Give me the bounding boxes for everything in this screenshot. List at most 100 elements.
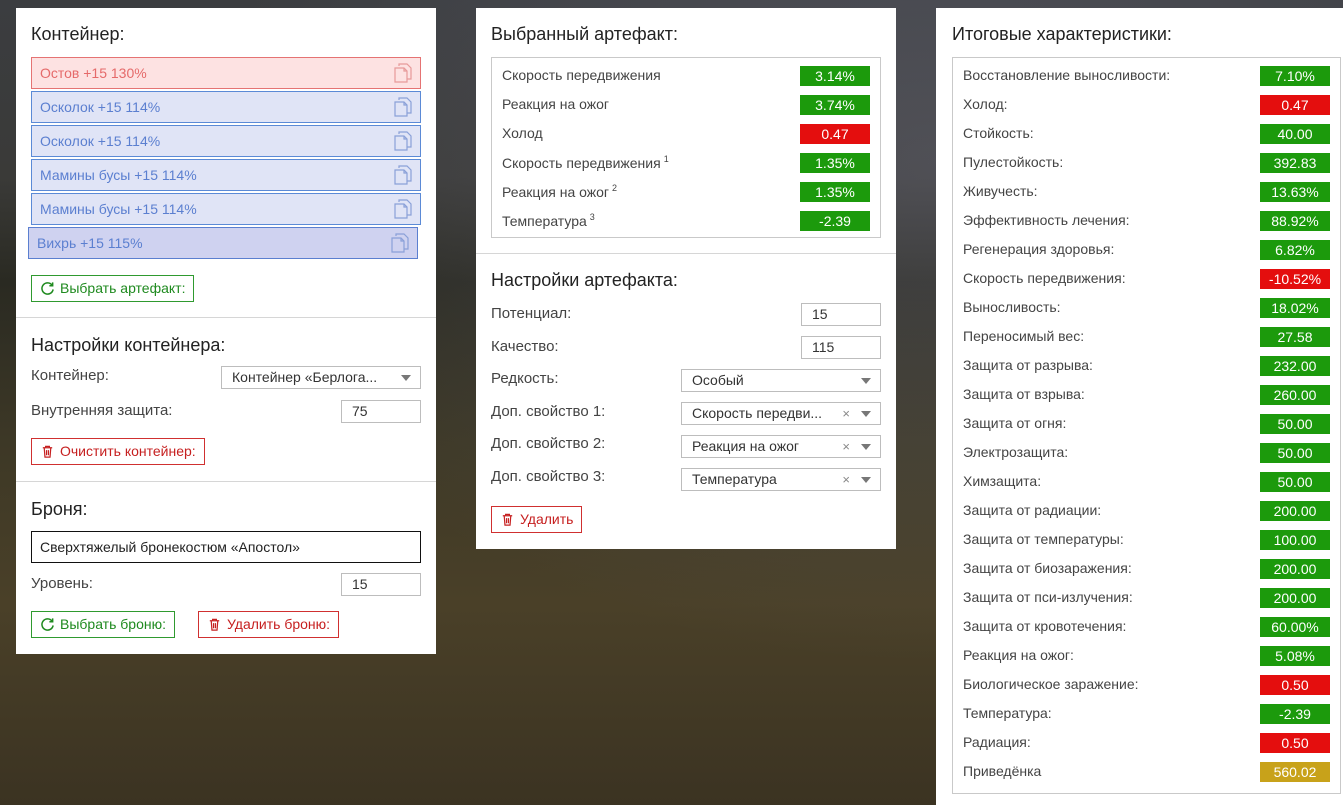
stat-name: Температура 3 <box>502 212 595 229</box>
stat-value: 6.82% <box>1260 240 1330 260</box>
stat-value: 18.02% <box>1260 298 1330 318</box>
stat-name-text: Реакция на ожог <box>502 184 610 200</box>
slot-label: Мамины бусы +15 114% <box>40 201 197 217</box>
armor-name-field[interactable]: Сверхтяжелый бронекостюм «Апостол» <box>31 531 421 563</box>
total-stat-row: Пулестойкость: 392.83 <box>963 153 1330 173</box>
container-slot[interactable]: Мамины бусы +15 114% <box>31 159 421 191</box>
chevron-down-icon <box>861 411 871 417</box>
extra2-value: Реакция на ожог <box>692 438 800 454</box>
extra2-label: Доп. свойство 2: <box>491 435 606 452</box>
stat-value: 260.00 <box>1260 385 1330 405</box>
selected-artifact-title: Выбранный артефакт: <box>491 24 678 44</box>
container-type-select[interactable]: Контейнер «Берлога... <box>221 366 421 389</box>
stat-name: Биологическое заражение: <box>963 676 1139 692</box>
clear-icon[interactable]: × <box>842 469 850 490</box>
select-artifact-button[interactable]: Выбрать артефакт: <box>31 275 195 302</box>
internal-protection-input[interactable]: 75 <box>341 400 421 423</box>
stat-value: 1.35% <box>800 182 870 202</box>
copy-doc-icon[interactable] <box>394 165 412 185</box>
select-artifact-label: Выбрать артефакт: <box>60 280 186 296</box>
stat-name: Защита от радиации: <box>963 502 1102 518</box>
potential-input[interactable]: 15 <box>801 303 881 326</box>
rarity-select[interactable]: Особый <box>681 369 881 392</box>
stat-value: 560.02 <box>1260 762 1330 782</box>
total-stat-row: Переносимый вес: 27.58 <box>963 327 1330 347</box>
stat-name-text: Скорость передвижения <box>502 155 661 171</box>
clear-icon[interactable]: × <box>842 436 850 457</box>
artifact-stat-row: Реакция на ожог 3.74% <box>502 95 870 115</box>
total-stat-row: Регенерация здоровья: 6.82% <box>963 240 1330 260</box>
stat-value: 1.35% <box>800 153 870 173</box>
stat-value: 5.08% <box>1260 646 1330 666</box>
quality-input[interactable]: 115 <box>801 336 881 359</box>
clear-icon[interactable]: × <box>842 403 850 424</box>
clear-container-button[interactable]: Очистить контейнер: <box>31 438 205 465</box>
stat-name: Эффективность лечения: <box>963 212 1130 228</box>
stat-value: 0.47 <box>1260 95 1330 115</box>
container-type-value: Контейнер «Берлога... <box>232 369 378 385</box>
extra2-select[interactable]: Реакция на ожог × <box>681 435 881 458</box>
artifact-stat-row: Реакция на ожог 2 1.35% <box>502 182 870 202</box>
artifact-settings-title: Настройки артефакта: <box>491 270 678 290</box>
delete-armor-label: Удалить броню: <box>227 616 331 632</box>
container-type-label: Контейнер: <box>31 367 109 384</box>
stat-name: Защита от биозаражения: <box>963 560 1132 576</box>
stat-name: Приведёнка <box>963 763 1042 779</box>
container-slot[interactable]: Осколок +15 114% <box>31 91 421 123</box>
trash-icon <box>207 617 222 632</box>
container-slot[interactable]: Осколок +15 114% <box>31 125 421 157</box>
stat-value: 50.00 <box>1260 414 1330 434</box>
copy-doc-icon[interactable] <box>394 63 412 83</box>
stat-value: 200.00 <box>1260 559 1330 579</box>
select-armor-button[interactable]: Выбрать броню: <box>31 611 175 638</box>
stat-name: Скорость передвижения 1 <box>502 154 669 171</box>
stat-value: -2.39 <box>800 211 870 231</box>
total-stat-row: Химзащита: 50.00 <box>963 472 1330 492</box>
artifact-panel: Выбранный артефакт: Скорость передвижени… <box>476 8 896 549</box>
delete-artifact-button[interactable]: Удалить <box>491 506 583 533</box>
stat-name: Реакция на ожог 2 <box>502 183 617 200</box>
stat-name: Выносливость: <box>963 299 1061 315</box>
stat-name: Температура: <box>963 705 1052 721</box>
divider <box>476 253 896 254</box>
stat-name: Холод: <box>963 96 1008 112</box>
stat-value: 100.00 <box>1260 530 1330 550</box>
artifact-stat-row: Холод 0.47 <box>502 124 870 144</box>
container-slot[interactable]: Остов +15 130% <box>31 57 421 89</box>
stat-value: 200.00 <box>1260 501 1330 521</box>
copy-doc-icon[interactable] <box>394 131 412 151</box>
extra1-select[interactable]: Скорость передви... × <box>681 402 881 425</box>
total-stat-row: Защита от пси-излучения: 200.00 <box>963 588 1330 608</box>
delete-armor-button[interactable]: Удалить броню: <box>198 611 340 638</box>
potential-label: Потенциал: <box>491 305 572 322</box>
stat-value: 0.50 <box>1260 733 1330 753</box>
clear-container-label: Очистить контейнер: <box>60 443 196 459</box>
stat-name: Скорость передвижения: <box>963 270 1126 286</box>
container-slot[interactable]: Мамины бусы +15 114% <box>31 193 421 225</box>
slot-label: Мамины бусы +15 114% <box>40 167 197 183</box>
copy-doc-icon[interactable] <box>391 233 409 253</box>
container-slot[interactable]: Вихрь +15 115% <box>28 227 418 259</box>
stat-value: 0.50 <box>1260 675 1330 695</box>
stat-name: Электрозащита: <box>963 444 1069 460</box>
selected-artifact-stats: Скорость передвижения 3.14% Реакция на ожо… <box>491 57 881 238</box>
total-stat-row: Радиация: 0.50 <box>963 733 1330 753</box>
stat-value: 200.00 <box>1260 588 1330 608</box>
stat-name-text: Скорость передвижения <box>502 67 661 83</box>
rarity-value: Особый <box>692 372 744 388</box>
slot-label: Остов +15 130% <box>40 65 147 81</box>
totals-title: Итоговые характеристики: <box>952 24 1172 44</box>
slot-label: Осколок +15 114% <box>40 99 161 115</box>
total-stat-row: Холод: 0.47 <box>963 95 1330 115</box>
extra3-select[interactable]: Температура × <box>681 468 881 491</box>
extra3-label: Доп. свойство 3: <box>491 468 606 485</box>
total-stat-row: Живучесть: 13.63% <box>963 182 1330 202</box>
copy-doc-icon[interactable] <box>394 199 412 219</box>
armor-level-input[interactable]: 15 <box>341 573 421 596</box>
stat-footnote: 2 <box>612 183 618 193</box>
total-stat-row: Стойкость: 40.00 <box>963 124 1330 144</box>
total-stat-row: Защита от взрыва: 260.00 <box>963 385 1330 405</box>
total-stat-row: Защита от огня: 50.00 <box>963 414 1330 434</box>
copy-doc-icon[interactable] <box>394 97 412 117</box>
total-stat-row: Приведёнка 560.02 <box>963 762 1330 782</box>
